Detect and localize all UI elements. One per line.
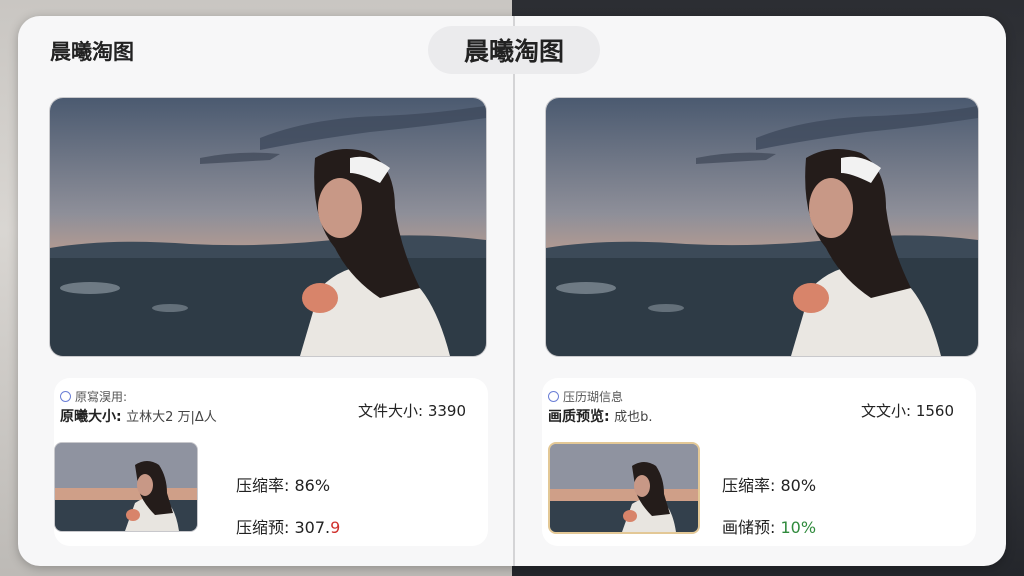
compression-rate-value: 80%: [780, 476, 817, 495]
compare-divider[interactable]: [513, 16, 515, 566]
compressed-compression-rate: 压缩率: 80%: [722, 472, 816, 496]
compressed-thumbnail-photo: [550, 444, 698, 532]
original-size-info: 原曦大小: 立林⼤2 万|Δ人: [60, 406, 217, 426]
radio-icon[interactable]: [548, 391, 559, 402]
original-image-preview[interactable]: [49, 97, 487, 357]
compressed-status: 压历瑚信息: [548, 388, 623, 405]
center-title-pill: 晨曦淘图: [428, 26, 600, 74]
original-thumbnail[interactable]: [54, 442, 198, 532]
compression-estimate-highlight: 9: [330, 518, 341, 537]
file-size-value: 3390: [427, 402, 466, 420]
original-size-key: 原曦大小:: [60, 409, 122, 425]
compressed-photo: [546, 98, 978, 356]
radio-icon[interactable]: [60, 391, 71, 402]
original-file-size: 文件大小: 3390: [358, 400, 466, 421]
compressed-thumbnail[interactable]: [548, 442, 700, 534]
compressed-status-text: 压历瑚信息: [563, 390, 624, 404]
quality-preview-value: 成也b.: [614, 410, 653, 425]
file-size-label: 文件大小:: [357, 402, 424, 420]
quality-estimate-label: 画储预:: [722, 518, 776, 537]
compressed-image-preview[interactable]: [545, 97, 979, 357]
original-size-value: 立林⼤2 万|Δ人: [126, 410, 217, 425]
compression-rate-label: 压缩率:: [722, 476, 776, 495]
quality-estimate-value: 10%: [780, 518, 817, 537]
original-status-text: 原寫淏用:: [75, 390, 128, 404]
compression-estimate-label: 压缩预:: [236, 518, 290, 537]
original-status: 原寫淏用:: [60, 388, 127, 405]
compare-window: 晨曦淘图 晨曦淘图 原寫淏用: 原曦大小: 立林⼤2 万|Δ人 文件大小: 33…: [18, 16, 1006, 566]
original-info-card: 原寫淏用: 原曦大小: 立林⼤2 万|Δ人 文件大小: 3390 压缩率: 86…: [54, 378, 488, 546]
compressed-quality-estimate: 画储预: 10%: [722, 514, 816, 538]
file-size-value: 1560: [915, 402, 954, 420]
original-compression-rate: 压缩率: 86%: [236, 472, 330, 496]
original-compression-estimate: 压缩预: 307.9: [236, 514, 340, 538]
file-size-label: 文文小:: [860, 402, 912, 420]
original-photo: [50, 98, 486, 356]
compressed-info-card: 压历瑚信息 画质预览: 成也b. 文文小: 1560 压缩率: 80% 画储预:…: [542, 378, 976, 546]
original-thumbnail-photo: [55, 443, 197, 531]
quality-preview-key: 画质预览:: [548, 409, 610, 425]
app-title: 晨曦淘图: [50, 40, 134, 64]
compressed-quality-info: 画质预览: 成也b.: [548, 406, 652, 426]
compressed-file-size: 文文小: 1560: [861, 400, 954, 421]
compression-rate-value: 86%: [294, 476, 331, 495]
compression-estimate-value: 307.: [294, 518, 331, 537]
compression-rate-label: 压缩率:: [236, 476, 290, 495]
